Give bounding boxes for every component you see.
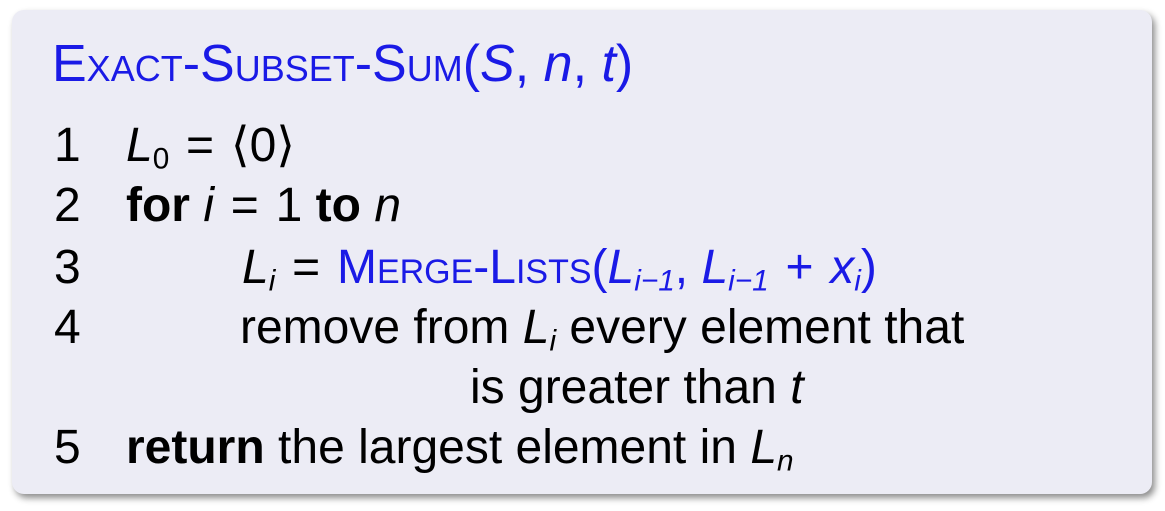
subscript: n [777, 444, 794, 478]
subscript: 0 [152, 142, 170, 176]
loop-start: 1 [275, 179, 303, 232]
initial-value: ⟨0⟩ [230, 119, 296, 172]
text-greater-than: is greater than [470, 361, 777, 414]
arg2-x-subscript: i [854, 264, 861, 298]
keyword-for: for [126, 179, 190, 232]
loop-end: n [374, 179, 402, 232]
paren-close: ) [615, 35, 634, 93]
line-code: for i = 1 to n [126, 182, 401, 230]
line-number: 1 [54, 119, 81, 172]
operator: = [186, 119, 215, 172]
var-l: L [750, 421, 778, 474]
arg2-x: x [830, 241, 855, 294]
line-code: remove from Li every element that [240, 301, 965, 356]
var-l: L [242, 241, 269, 294]
operator: = [230, 179, 259, 232]
operator: = [292, 241, 321, 294]
comma: , [572, 35, 602, 93]
plus-operator: + [785, 241, 814, 294]
paren-open: ( [462, 35, 481, 93]
text-largest-element: the largest element in [278, 421, 737, 474]
line-code: L0 = ⟨0⟩ [126, 119, 296, 174]
line-code: Li = Merge-Lists(Li−1, Li−1 + xi) [242, 241, 877, 298]
param-n: n [543, 35, 573, 93]
param-s: S [480, 35, 515, 93]
arg1-var: L [607, 241, 635, 294]
algorithm-title: Exact-Subset-Sum(S, n, t) [52, 38, 633, 90]
line-code: return the largest element in Ln [126, 421, 794, 476]
keyword-return: return [126, 421, 265, 474]
var-t: t [790, 361, 804, 414]
algorithm-name: Exact-Subset-Sum [52, 35, 463, 93]
text-remove-from: remove from [240, 301, 510, 354]
subscript: i [549, 324, 557, 358]
arg2-var: L [701, 241, 729, 294]
var-l: L [522, 301, 550, 354]
line-number: 5 [54, 421, 81, 474]
line-number: 4 [54, 301, 81, 354]
var-l: L [126, 119, 153, 172]
comma: , [514, 35, 544, 93]
arg1-subscript: i−1 [634, 264, 675, 298]
algorithm-block: Exact-Subset-Sum(S, n, t) 1 L0 = ⟨0⟩ 2 for… [12, 10, 1152, 494]
function-call: Merge-Lists(Li−1, Li−1 + xi) [336, 241, 877, 298]
line-number: 3 [54, 241, 81, 294]
line-code: is greater than t [470, 364, 804, 412]
arg2-subscript: i−1 [728, 264, 769, 298]
text-every-element: every element that [569, 301, 965, 354]
var-i: i [203, 179, 214, 232]
line-number: 2 [54, 179, 81, 232]
param-t: t [601, 35, 616, 93]
keyword-to: to [315, 179, 361, 232]
function-name: Merge-Lists [336, 241, 592, 294]
